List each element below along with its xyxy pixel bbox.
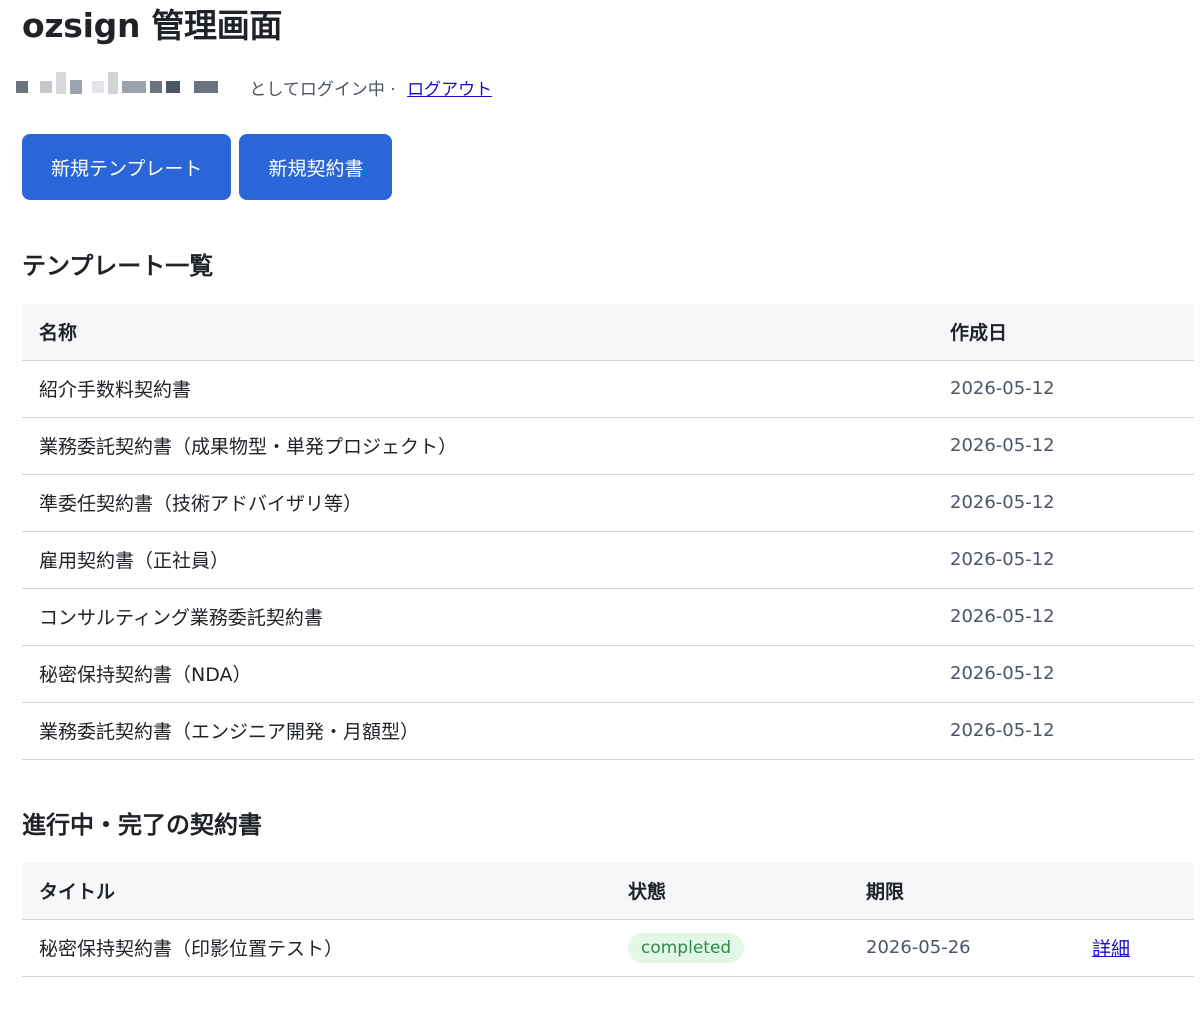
detail-link[interactable]: 詳細 <box>1092 938 1130 960</box>
new-contract-button[interactable]: 新規契約書 <box>239 134 393 200</box>
table-row[interactable]: 雇用契約書（正社員） 2026-05-12 <box>22 531 1194 589</box>
action-bar: 新規テンプレート 新規契約書 <box>22 134 393 200</box>
contract-status-cell: completed <box>611 919 849 977</box>
contracts-section-title: 進行中・完了の契約書 <box>22 811 262 839</box>
contract-action-cell: 詳細 <box>1075 919 1194 977</box>
template-created-date: 2026-05-12 <box>933 474 1194 532</box>
template-created-date: 2026-05-12 <box>933 531 1194 589</box>
template-name: 秘密保持契約書（NDA） <box>22 645 933 703</box>
contract-title: 秘密保持契約書（印影位置テスト） <box>22 919 611 977</box>
column-header-title: タイトル <box>22 863 611 920</box>
template-name: 業務委託契約書（エンジニア開発・月額型） <box>22 702 933 760</box>
new-template-button[interactable]: 新規テンプレート <box>22 134 232 200</box>
template-name: コンサルティング業務委託契約書 <box>22 588 933 646</box>
table-row[interactable]: 紹介手数料契約書 2026-05-12 <box>22 360 1194 418</box>
table-row[interactable]: コンサルティング業務委託契約書 2026-05-12 <box>22 588 1194 646</box>
table-row[interactable]: 業務委託契約書（成果物型・単発プロジェクト） 2026-05-12 <box>22 417 1194 475</box>
template-name: 紹介手数料契約書 <box>22 360 933 418</box>
login-status: としてログイン中 · ログアウト <box>16 72 492 102</box>
column-header-created: 作成日 <box>933 304 1194 361</box>
table-header-row: タイトル 状態 期限 <box>22 863 1194 920</box>
template-created-date: 2026-05-12 <box>933 588 1194 646</box>
status-badge: completed <box>628 932 745 963</box>
column-header-action <box>1075 863 1194 920</box>
column-header-status: 状態 <box>611 863 849 920</box>
templates-section-title: テンプレート一覧 <box>22 252 214 280</box>
template-created-date: 2026-05-12 <box>933 417 1194 475</box>
logout-link[interactable]: ログアウト <box>407 75 492 100</box>
template-created-date: 2026-05-12 <box>933 360 1194 418</box>
table-row[interactable]: 準委任契約書（技術アドバイザリ等） 2026-05-12 <box>22 474 1194 532</box>
login-status-text: としてログイン中 · <box>244 79 402 100</box>
admin-page: ozsign 管理画面 としてログイン中 · ログアウト 新規テンプレート 新規… <box>0 0 1200 1022</box>
template-created-date: 2026-05-12 <box>933 645 1194 703</box>
masked-username <box>16 72 218 94</box>
templates-table: 名称 作成日 紹介手数料契約書 2026-05-12 業務委託契約書（成果物型・… <box>22 304 1194 760</box>
contract-deadline: 2026-05-26 <box>849 919 1075 977</box>
page-title: ozsign 管理画面 <box>22 6 283 45</box>
template-created-date: 2026-05-12 <box>933 702 1194 760</box>
contracts-table: タイトル 状態 期限 秘密保持契約書（印影位置テスト） completed 20… <box>22 863 1194 977</box>
template-name: 業務委託契約書（成果物型・単発プロジェクト） <box>22 417 933 475</box>
template-name: 雇用契約書（正社員） <box>22 531 933 589</box>
column-header-name: 名称 <box>22 304 933 361</box>
table-row: 秘密保持契約書（印影位置テスト） completed 2026-05-26 詳細 <box>22 919 1194 977</box>
table-row[interactable]: 業務委託契約書（エンジニア開発・月額型） 2026-05-12 <box>22 702 1194 760</box>
table-header-row: 名称 作成日 <box>22 304 1194 361</box>
template-name: 準委任契約書（技術アドバイザリ等） <box>22 474 933 532</box>
table-row[interactable]: 秘密保持契約書（NDA） 2026-05-12 <box>22 645 1194 703</box>
column-header-deadline: 期限 <box>849 863 1075 920</box>
